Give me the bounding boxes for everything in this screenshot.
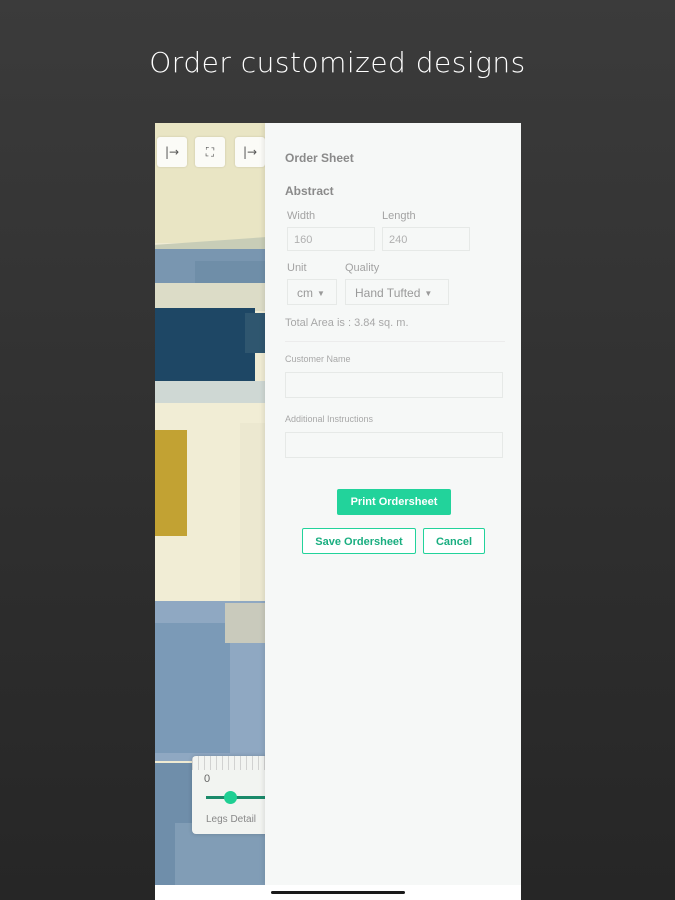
chevron-down-icon: ▼ xyxy=(317,289,325,298)
home-indicator[interactable] xyxy=(271,891,405,894)
ruler-value: 0 xyxy=(204,773,211,785)
chevron-down-icon: ▼ xyxy=(424,289,433,298)
collapse-right-icon[interactable]: |→ xyxy=(157,137,187,167)
quality-label: Quality xyxy=(345,262,380,274)
order-sheet-title: Order Sheet xyxy=(285,151,354,165)
print-ordersheet-button[interactable]: Print Ordersheet xyxy=(337,489,451,515)
order-sheet-panel: Order Sheet Abstract Width 160 Length 24… xyxy=(265,123,521,885)
total-area-text: Total Area is : 3.84 sq. m. xyxy=(285,317,409,329)
ruler xyxy=(192,756,265,770)
unit-label: Unit xyxy=(287,262,307,274)
promo-title: Order customized designs xyxy=(149,46,526,79)
length-field[interactable]: 240 xyxy=(382,227,470,251)
width-field[interactable]: 160 xyxy=(287,227,375,251)
legs-detail-card: 0 Legs Detail xyxy=(192,756,265,834)
additional-instructions-field[interactable] xyxy=(285,432,503,458)
quality-dropdown[interactable]: Hand Tufted ▼ xyxy=(345,279,449,305)
width-label: Width xyxy=(287,210,316,222)
divider xyxy=(285,341,505,342)
rug-preview-canvas[interactable]: |→ ⛶ |→ 0 Legs Detail xyxy=(155,123,265,885)
unit-value: cm xyxy=(297,286,313,300)
collapse-right-icon[interactable]: |→ xyxy=(235,137,265,167)
quality-value: Hand Tufted xyxy=(355,286,421,300)
design-name: Abstract xyxy=(285,184,334,198)
cancel-button[interactable]: Cancel xyxy=(423,528,485,554)
customer-name-field[interactable] xyxy=(285,372,503,398)
customer-name-label: Customer Name xyxy=(285,354,351,364)
unit-dropdown[interactable]: cm ▼ xyxy=(287,279,337,305)
fullscreen-icon[interactable]: ⛶ xyxy=(195,137,225,167)
length-label: Length xyxy=(382,210,416,222)
legs-detail-label: Legs Detail xyxy=(206,814,257,825)
legs-slider-thumb[interactable] xyxy=(224,791,237,804)
phone-screen: |→ ⛶ |→ 0 Legs Detail Order Sheet Abstra… xyxy=(155,123,521,900)
save-ordersheet-button[interactable]: Save Ordersheet xyxy=(302,528,416,554)
additional-instructions-label: Additional Instructions xyxy=(285,414,374,424)
